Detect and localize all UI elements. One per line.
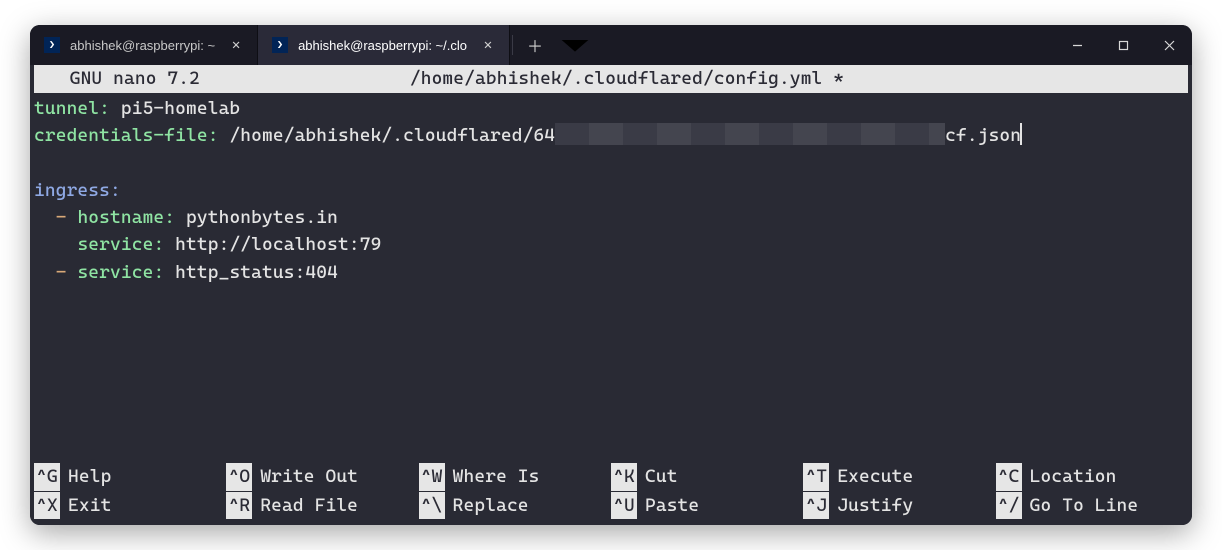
maximize-icon (1118, 40, 1129, 51)
nano-app-title: GNU nano 7.2 (48, 65, 200, 92)
nano-shortcut-bar: ^GHelp ^OWrite Out ^WWhere Is ^KCut ^TEx… (34, 463, 1188, 519)
nano-file-path: /home/abhishek/.cloudflared/config.yml * (200, 65, 1054, 92)
tab-divider (512, 35, 513, 55)
titlebar-drag-area[interactable] (595, 25, 1054, 65)
shortcut-execute: ^TExecute (803, 463, 995, 490)
tab-2-label: abhishek@raspberrypi: ~/.clo (298, 38, 467, 53)
yaml-key-hostname: hostname (77, 207, 164, 228)
yaml-key-credentials: credentials-file (34, 125, 208, 146)
tab-dropdown-button[interactable] (555, 25, 595, 65)
close-button[interactable] (1146, 25, 1192, 65)
nano-header-bar: GNU nano 7.2 /home/abhishek/.cloudflared… (34, 65, 1188, 93)
tab-1-close-icon[interactable]: ✕ (225, 34, 247, 56)
yaml-val-cred-suffix: cf.json (945, 125, 1021, 146)
shortcut-justify: ^JJustify (803, 492, 995, 519)
shortcut-location: ^CLocation (996, 463, 1188, 490)
shortcut-whereis: ^WWhere Is (419, 463, 611, 490)
tab-2[interactable]: ❯ abhishek@raspberrypi: ~/.clo ✕ (258, 25, 510, 65)
yaml-key-service-1: service (77, 234, 153, 255)
tab-strip: ❯ abhishek@raspberrypi: ~ ✕ ❯ abhishek@r… (30, 25, 510, 65)
close-icon (1164, 40, 1175, 51)
powershell-icon: ❯ (44, 37, 60, 53)
shortcut-paste: ^UPaste (611, 492, 803, 519)
minimize-icon (1072, 40, 1083, 51)
tab-1-label: abhishek@raspberrypi: ~ (70, 38, 215, 53)
yaml-val-cred-prefix: /home/abhishek/.cloudflared/64 (229, 125, 555, 146)
yaml-val-service-1: http://localhost:79 (175, 234, 381, 255)
powershell-icon: ❯ (272, 37, 288, 53)
new-tab-button[interactable]: ＋ (515, 25, 555, 65)
yaml-val-service-2: http_status:404 (175, 262, 338, 283)
shortcut-exit: ^XExit (34, 492, 226, 519)
editor-content[interactable]: tunnel: pi5-homelab credentials-file: /h… (30, 93, 1192, 286)
yaml-val-hostname: pythonbytes.in (186, 207, 338, 228)
yaml-key-tunnel: tunnel (34, 98, 99, 119)
minimize-button[interactable] (1054, 25, 1100, 65)
shortcut-cut: ^KCut (611, 463, 803, 490)
window-titlebar: ❯ abhishek@raspberrypi: ~ ✕ ❯ abhishek@r… (30, 25, 1192, 65)
tab-2-close-icon[interactable]: ✕ (477, 34, 499, 56)
chevron-down-icon (555, 25, 595, 65)
yaml-val-tunnel: pi5-homelab (121, 98, 240, 119)
shortcut-readfile: ^RRead File (226, 492, 418, 519)
shortcut-writeout: ^OWrite Out (226, 463, 418, 490)
shortcut-help: ^GHelp (34, 463, 226, 490)
terminal-window: ❯ abhishek@raspberrypi: ~ ✕ ❯ abhishek@r… (30, 25, 1192, 525)
yaml-key-service-2: service (77, 262, 153, 283)
redacted-block (555, 123, 945, 145)
maximize-button[interactable] (1100, 25, 1146, 65)
tab-1[interactable]: ❯ abhishek@raspberrypi: ~ ✕ (30, 25, 258, 65)
terminal-viewport[interactable]: GNU nano 7.2 /home/abhishek/.cloudflared… (30, 65, 1192, 525)
shortcut-replace: ^\Replace (419, 492, 611, 519)
shortcut-gotoline: ^/Go To Line (996, 492, 1188, 519)
yaml-key-ingress: ingress (34, 180, 110, 201)
text-cursor (1020, 123, 1022, 145)
